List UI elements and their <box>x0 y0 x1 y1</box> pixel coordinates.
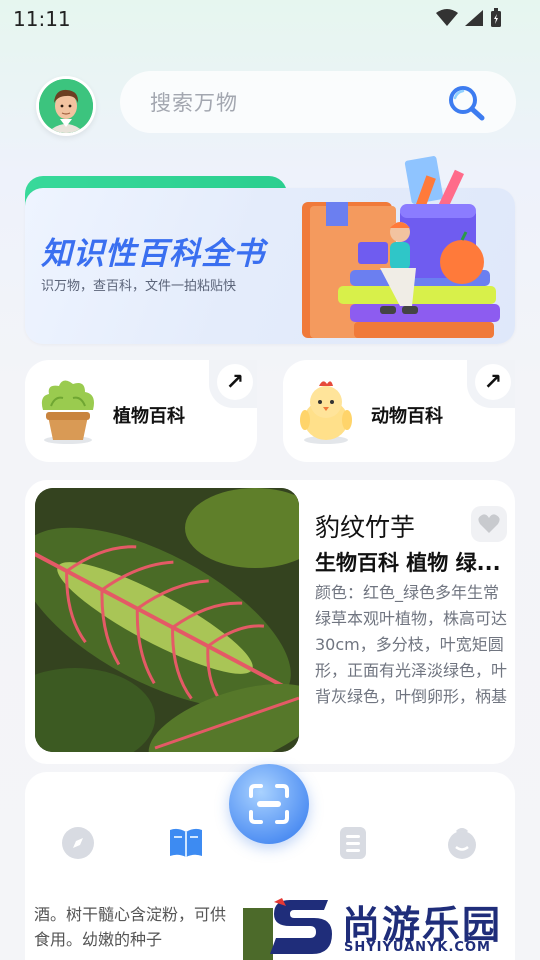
watermark-url: SHYIYUANYK.COM <box>344 940 491 955</box>
featured-plant-card[interactable]: 豹纹竹芋 生物百科 植物 绿... 颜色：红色_绿色多年生常绿草本观叶植物，株高… <box>25 480 515 764</box>
arrow-up-right-icon[interactable]: ↗ <box>217 364 253 400</box>
arrow-up-right-icon[interactable]: ↗ <box>475 364 511 400</box>
book-icon[interactable] <box>168 826 204 860</box>
search-icon[interactable] <box>446 83 490 123</box>
chick-icon <box>300 381 352 444</box>
bottom-preview-photo <box>243 908 273 960</box>
profile-icon[interactable] <box>445 826 479 860</box>
plant-encyclopedia-label: 植物百科 <box>113 406 185 427</box>
wifi-icon <box>436 9 458 26</box>
animal-encyclopedia-card[interactable]: ↗ 动物百科 <box>283 360 515 462</box>
watermark-s-logo <box>270 898 332 954</box>
scan-button[interactable] <box>229 764 309 844</box>
plant-title: 豹纹竹芋 <box>315 513 416 542</box>
animal-encyclopedia-label: 动物百科 <box>371 406 443 427</box>
status-time: 11:11 <box>13 7 71 31</box>
banner-title: 知识性百科全书 <box>41 236 265 272</box>
search-placeholder: 搜索万物 <box>150 91 238 115</box>
status-bar: 11:11 <box>0 0 540 38</box>
watermark: 尚游乐园 SHYIYUANYK.COM <box>270 892 540 960</box>
avatar-illustration <box>39 79 93 133</box>
document-icon[interactable] <box>339 826 367 860</box>
plant-encyclopedia-card[interactable]: ↗ 植物百科 <box>25 360 257 462</box>
battery-icon <box>491 8 501 27</box>
plant-description: 颜色：红色_绿色多年生常绿草本观叶植物，株高可达30cm，多分枝，叶宽矩圆形，正… <box>315 583 508 706</box>
signal-icon <box>465 10 483 26</box>
prayer-plant-image <box>35 488 299 752</box>
search-input[interactable]: 搜索万物 <box>120 71 516 133</box>
banner-illustration <box>302 156 500 338</box>
compass-icon[interactable] <box>61 826 95 860</box>
heart-icon <box>478 514 500 533</box>
potted-plant-icon <box>41 380 94 444</box>
plant-photo <box>35 488 299 752</box>
plant-tags: 生物百科 植物 绿... <box>315 551 501 575</box>
bottom-preview-text: 酒。树干髓心含淀粉，可供食用。幼嫩的种子 <box>34 905 227 949</box>
status-icons <box>436 8 502 28</box>
user-avatar[interactable] <box>36 76 96 136</box>
scan-icon <box>249 784 289 824</box>
banner-subtitle: 识万物，查百科，文件一拍粘贴快 <box>41 279 237 294</box>
favorite-button[interactable] <box>471 506 507 542</box>
